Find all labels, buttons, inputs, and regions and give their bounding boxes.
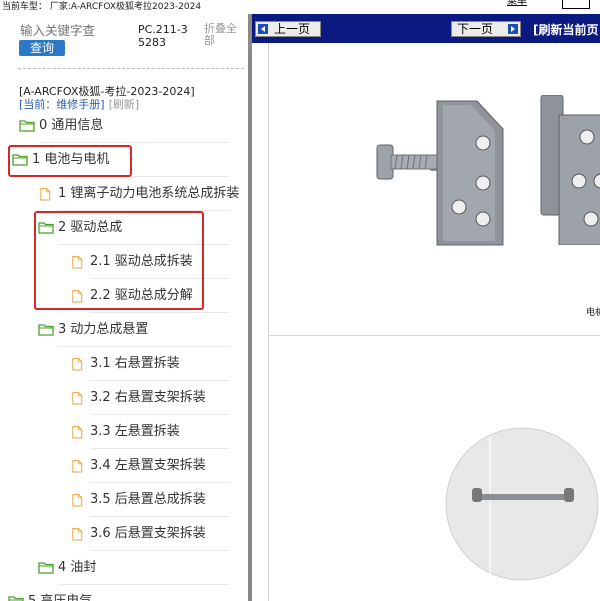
page-nav-bar: 上一页 下一页 [刷新当前页 — [252, 14, 600, 43]
folder-icon — [38, 562, 54, 574]
prev-page-button[interactable]: 上一页 — [255, 21, 321, 37]
tree-item-label: 3.3 左悬置拆装 — [90, 424, 180, 439]
manual-info: [A-ARCFOX极狐-考拉-2023-2024] [当前：维修手册] [刷新] — [19, 85, 195, 111]
figure-caption: 电机 — [586, 308, 600, 318]
tree-folder-item[interactable]: 3 动力总成悬置 — [0, 313, 248, 347]
tree-item-label: 5 高压电气 — [28, 585, 92, 601]
round-cap-image — [445, 427, 599, 581]
fold-all-button[interactable]: 折叠全部 — [204, 23, 244, 47]
tree-page-item[interactable]: 3.3 左悬置拆装 — [0, 415, 248, 449]
tree-item-label: 3.6 后悬置支架拆装 — [90, 526, 206, 541]
tree-item-label: 1 锂离子动力电池系统总成拆装 — [58, 186, 240, 201]
folder-icon — [19, 120, 35, 132]
tree-item-label: 3.2 右悬置支架拆装 — [90, 390, 206, 405]
tree-item-label: 4 油封 — [58, 560, 97, 575]
mount-bracket-image — [376, 100, 504, 246]
top-status-bar: 当前车型： 厂家:A-ARCFOX极狐考拉2023-2024 菜单 — [0, 0, 600, 14]
tree-item-label: 3.4 左悬置支架拆装 — [90, 458, 206, 473]
manual-title: [A-ARCFOX极狐-考拉-2023-2024] — [19, 85, 195, 98]
left-panel: 查询 PC.211-35283 折叠全部 [A-ARCFOX极狐-考拉-2023… — [0, 14, 248, 601]
highlight-box-battery-motor — [8, 145, 132, 177]
next-page-button[interactable]: 下一页 — [451, 21, 521, 37]
current-model-text: 当前车型： 厂家:A-ARCFOX极狐考拉2023-2024 — [2, 2, 202, 12]
page-icon — [40, 188, 51, 201]
page-icon — [72, 494, 83, 507]
page-icon — [72, 392, 83, 405]
tree-page-item[interactable]: 3.6 后悬置支架拆装 — [0, 517, 248, 551]
query-button[interactable]: 查询 — [19, 40, 65, 56]
mount-bracket-image-2 — [540, 95, 600, 245]
pc-code: PC.211-35283 — [138, 23, 188, 49]
tree-page-item[interactable]: 3.2 右悬置支架拆装 — [0, 381, 248, 415]
search-separator — [18, 68, 244, 69]
search-input[interactable] — [20, 23, 126, 38]
tree-item-label: 3.5 后悬置总成拆装 — [90, 492, 206, 507]
tree-page-item[interactable]: 1 锂离子动力电池系统总成拆装 — [0, 177, 248, 211]
tree-page-item[interactable]: 3.5 后悬置总成拆装 — [0, 483, 248, 517]
highlight-box-drive-assembly — [34, 211, 204, 310]
next-page-label: 下一页 — [457, 22, 494, 36]
page-icon — [72, 528, 83, 541]
tree-item-label: 3.1 右悬置拆装 — [90, 356, 180, 371]
page-icon — [72, 426, 83, 439]
refresh-current-page-link[interactable]: [刷新当前页 — [533, 21, 599, 38]
folder-icon — [8, 596, 24, 601]
tree-page-item[interactable]: 3.4 左悬置支架拆装 — [0, 449, 248, 483]
document-panel: 上一页 下一页 [刷新当前页 电机 — [252, 14, 600, 601]
tree-item-label: 3 动力总成悬置 — [58, 322, 149, 337]
top-right-box[interactable] — [562, 0, 590, 9]
search-area: 查询 PC.211-35283 折叠全部 — [0, 14, 248, 74]
menu-link[interactable]: 菜单 — [507, 0, 527, 9]
page-icon — [72, 460, 83, 473]
tree-folder-item[interactable]: 0 通用信息 — [0, 109, 248, 143]
right-arrow-icon — [508, 24, 518, 34]
tree-folder-item[interactable]: 5 高压电气 — [0, 585, 248, 601]
tree-folder-item[interactable]: 4 油封 — [0, 551, 248, 585]
tree-page-item[interactable]: 3.1 右悬置拆装 — [0, 347, 248, 381]
left-arrow-icon — [258, 24, 268, 34]
page-icon — [72, 358, 83, 371]
tree-item-label: 0 通用信息 — [39, 118, 104, 133]
folder-icon — [38, 324, 54, 336]
prev-page-label: 上一页 — [274, 22, 311, 36]
page-section-separator — [268, 335, 600, 336]
